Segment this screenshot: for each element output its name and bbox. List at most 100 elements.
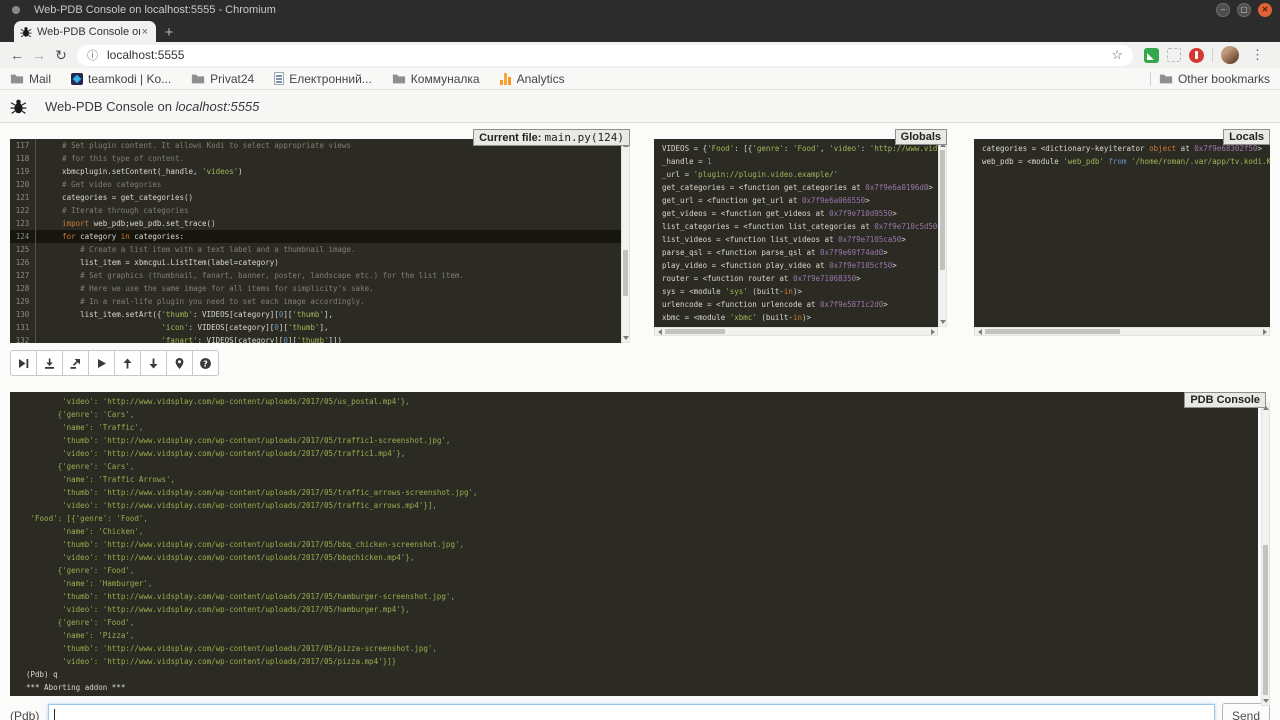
next-button[interactable] bbox=[10, 350, 37, 376]
folder-icon bbox=[1159, 73, 1173, 84]
bookmark-analytics[interactable]: Analytics bbox=[500, 72, 565, 86]
address-bar[interactable]: ⓘ localhost:5555 ☆ bbox=[77, 45, 1133, 66]
code-line: 119 xbmcplugin.setContent(_handle, 'vide… bbox=[10, 165, 621, 178]
console-line: 'video': 'http://www.vidsplay.com/wp-con… bbox=[18, 395, 1258, 408]
other-bookmarks-button[interactable]: Other bookmarks bbox=[1159, 72, 1270, 86]
console-line: {'genre': 'Food', bbox=[18, 564, 1258, 577]
globals-line: list_videos = <function list_videos at 0… bbox=[654, 233, 938, 246]
globals-line: get_categories = <function get_categorie… bbox=[654, 181, 938, 194]
pdb-prompt-label: (Pdb) bbox=[10, 709, 39, 720]
maximize-button[interactable]: ▢ bbox=[1237, 3, 1251, 17]
browser-tab[interactable]: Web-PDB Console on loca × bbox=[14, 21, 156, 42]
console-output: 'video': 'http://www.vidsplay.com/wp-con… bbox=[10, 392, 1258, 696]
console-line: *** Aborting addon *** bbox=[18, 681, 1258, 694]
forward-icon[interactable]: → bbox=[28, 44, 50, 66]
page-header: Web-PDB Console on localhost:5555 bbox=[0, 90, 1280, 123]
console-line: 'thumb': 'http://www.vidsplay.com/wp-con… bbox=[18, 538, 1258, 551]
console-line: 'thumb': 'http://www.vidsplay.com/wp-con… bbox=[18, 642, 1258, 655]
console-line: 'video': 'http://www.vidsplay.com/wp-con… bbox=[18, 447, 1258, 460]
console-line: 'video': 'http://www.vidsplay.com/wp-con… bbox=[18, 603, 1258, 616]
bookmark-elektronnyi[interactable]: Електронний... bbox=[274, 72, 372, 86]
window-title: Web-PDB Console on localhost:5555 - Chro… bbox=[34, 4, 1216, 16]
return-button[interactable] bbox=[62, 350, 89, 376]
console-line: 'name': 'Traffic', bbox=[18, 421, 1258, 434]
code-line: 130 list_item.setArt({'thumb': VIDEOS[ca… bbox=[10, 308, 621, 321]
globals-horizontal-scrollbar[interactable] bbox=[654, 327, 938, 336]
locals-horizontal-scrollbar[interactable] bbox=[974, 327, 1270, 336]
folder-icon bbox=[10, 73, 24, 84]
location-pin-icon bbox=[173, 357, 186, 370]
globals-vertical-scrollbar[interactable] bbox=[938, 139, 947, 327]
code-line: 122 # Iterate through categories bbox=[10, 204, 621, 217]
close-button[interactable]: ✕ bbox=[1258, 3, 1272, 17]
code-line: 132 'fanart': VIDEOS[category][0]['thumb… bbox=[10, 334, 621, 343]
console-line: 'name': 'Hamburger', bbox=[18, 577, 1258, 590]
profile-avatar[interactable] bbox=[1221, 46, 1239, 64]
down-button[interactable] bbox=[140, 350, 167, 376]
console-vertical-scrollbar[interactable] bbox=[1261, 402, 1270, 706]
back-icon[interactable]: ← bbox=[6, 44, 28, 66]
console-line: 'video': 'http://www.vidsplay.com/wp-con… bbox=[18, 499, 1258, 512]
locals-badge: Locals bbox=[1223, 129, 1270, 145]
extension-icon-dashed[interactable] bbox=[1167, 48, 1181, 62]
console-line: {'genre': 'Cars', bbox=[18, 408, 1258, 421]
code-line: 118 # for this type of content. bbox=[10, 152, 621, 165]
skip-next-icon bbox=[17, 357, 30, 370]
locals-view: categories = <dictionary-keyiterator obj… bbox=[974, 139, 1270, 327]
text-caret bbox=[54, 709, 55, 720]
tab-close-icon[interactable]: × bbox=[140, 26, 150, 38]
globals-line: parse_qsl = <function parse_qsl at 0x7f9… bbox=[654, 246, 938, 259]
console-line: 'name': 'Chicken', bbox=[18, 525, 1258, 538]
globals-view: VIDEOS = {'Food': [{'genre': 'Food', 'vi… bbox=[654, 139, 938, 327]
globals-panel: Globals VIDEOS = {'Food': [{'genre': 'Fo… bbox=[654, 129, 947, 343]
arrow-up-icon bbox=[121, 357, 134, 370]
globals-line: urlencode = <function urlencode at 0x7f9… bbox=[654, 298, 938, 311]
code-line: 121 categories = get_categories() bbox=[10, 191, 621, 204]
arrow-down-icon bbox=[147, 357, 160, 370]
step-button[interactable] bbox=[36, 350, 63, 376]
folder-icon bbox=[392, 73, 406, 84]
console-line: 'thumb': 'http://www.vidsplay.com/wp-con… bbox=[18, 486, 1258, 499]
new-tab-button[interactable]: + bbox=[156, 22, 182, 42]
code-line: 129 # In a real-life plugin you need to … bbox=[10, 295, 621, 308]
extension-icon-green[interactable] bbox=[1144, 48, 1159, 63]
help-button[interactable]: ? bbox=[192, 350, 219, 376]
globals-line: _handle = 1 bbox=[654, 155, 938, 168]
globals-line: get_videos = <function get_videos at 0x7… bbox=[654, 207, 938, 220]
pdb-command-input[interactable] bbox=[48, 704, 1215, 720]
tab-title: Web-PDB Console on loca bbox=[37, 26, 140, 38]
svg-text:?: ? bbox=[203, 359, 208, 368]
bookmark-privat24[interactable]: Privat24 bbox=[191, 72, 254, 86]
window-titlebar: Web-PDB Console on localhost:5555 - Chro… bbox=[0, 0, 1280, 20]
browser-menu-icon[interactable]: ⋮ bbox=[1247, 47, 1268, 63]
locals-line: web_pdb = <module 'web_pdb' from '/home/… bbox=[974, 155, 1270, 168]
code-vertical-scrollbar[interactable] bbox=[621, 139, 630, 343]
globals-line: list_categories = <function list_categor… bbox=[654, 220, 938, 233]
console-line: 'name': 'Traffic Arrows', bbox=[18, 473, 1258, 486]
continue-button[interactable] bbox=[88, 350, 115, 376]
minimize-button[interactable]: – bbox=[1216, 3, 1230, 17]
bookmark-teamkodi[interactable]: teamkodi | Ko... bbox=[71, 72, 171, 86]
code-line: 126 list_item = xbmcgui.ListItem(label=c… bbox=[10, 256, 621, 269]
reload-icon[interactable]: ↻ bbox=[50, 44, 72, 66]
bookmark-kommunalka[interactable]: Коммуналка bbox=[392, 72, 480, 86]
step-into-icon bbox=[43, 357, 56, 370]
globals-line: sys = <module 'sys' (built-in)> bbox=[654, 285, 938, 298]
tab-strip: Web-PDB Console on loca × + bbox=[0, 20, 1280, 42]
step-out-icon bbox=[69, 357, 82, 370]
globals-line: _url = 'plugin://plugin.video.example/' bbox=[654, 168, 938, 181]
code-view: 117 # Set plugin content. It allows Kodi… bbox=[10, 139, 621, 343]
up-button[interactable] bbox=[114, 350, 141, 376]
url-text[interactable]: localhost:5555 bbox=[107, 48, 1111, 62]
locals-panel: Locals categories = <dictionary-keyitera… bbox=[974, 129, 1270, 343]
pdb-console-badge: PDB Console bbox=[1184, 392, 1266, 408]
where-button[interactable] bbox=[166, 350, 193, 376]
code-line: 128 # Here we use the same image for all… bbox=[10, 282, 621, 295]
site-info-icon[interactable]: ⓘ bbox=[87, 47, 98, 63]
toolbar-separator bbox=[1212, 48, 1213, 62]
extension-icon-red[interactable] bbox=[1189, 48, 1204, 63]
bookmark-mail[interactable]: Mail bbox=[10, 72, 51, 86]
debugger-toolbar: ? bbox=[0, 343, 1280, 382]
console-line: 'thumb': 'http://www.vidsplay.com/wp-con… bbox=[18, 434, 1258, 447]
bookmark-star-icon[interactable]: ☆ bbox=[1111, 47, 1123, 63]
